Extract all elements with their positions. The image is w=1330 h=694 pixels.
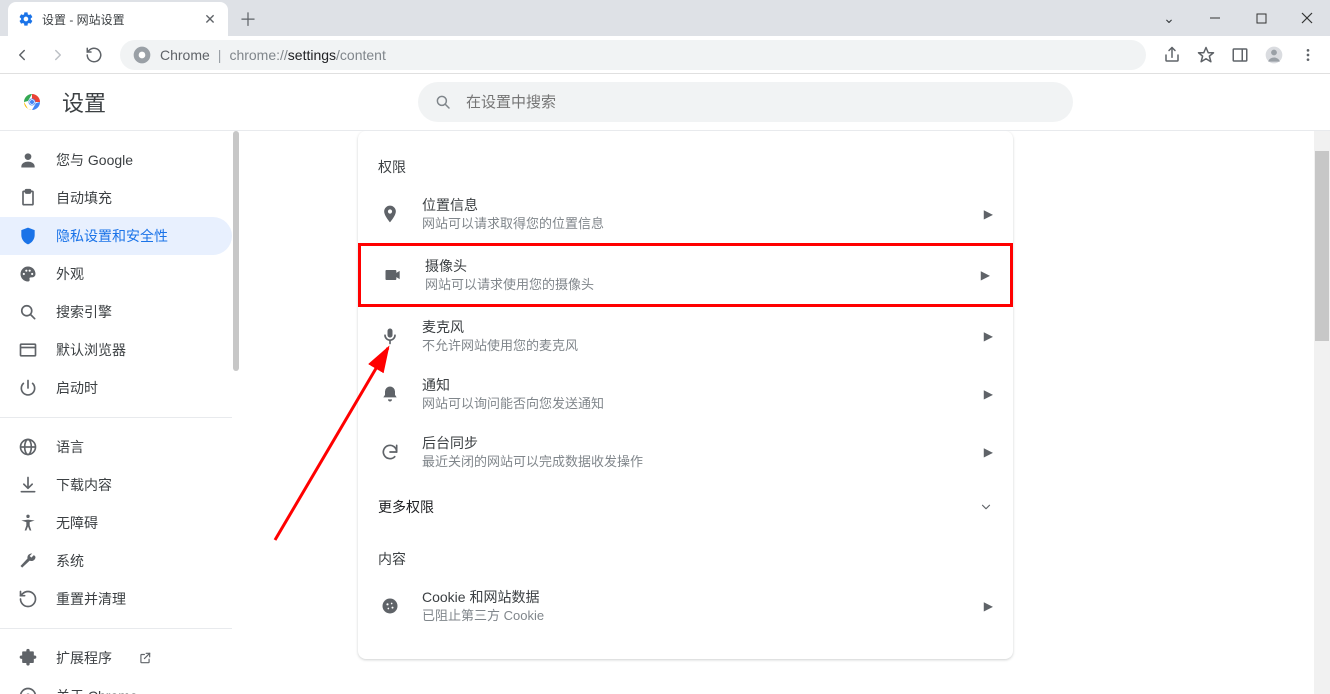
sidebar-item-default-browser[interactable]: 默认浏览器	[0, 331, 232, 369]
person-icon	[18, 150, 38, 170]
download-icon	[18, 475, 38, 495]
sync-icon	[378, 442, 402, 462]
row-cookies[interactable]: Cookie 和网站数据已阻止第三方 Cookie ▶	[358, 577, 1013, 635]
reload-button[interactable]	[78, 39, 110, 71]
bell-icon	[378, 384, 402, 404]
browser-toolbar: Chrome | chrome://settings/content	[0, 36, 1330, 74]
section-content-label: 内容	[358, 533, 1013, 577]
search-input[interactable]	[464, 93, 1057, 112]
row-notifications[interactable]: 通知网站可以询问能否向您发送通知 ▶	[358, 365, 1013, 423]
tab-search-button[interactable]: ⌄	[1146, 3, 1192, 33]
window-close-button[interactable]	[1284, 3, 1330, 33]
back-button[interactable]	[6, 39, 38, 71]
shield-icon	[18, 226, 38, 246]
sidebar-item-on-startup[interactable]: 启动时	[0, 369, 232, 407]
search-icon	[434, 93, 452, 111]
chrome-logo-icon	[20, 90, 44, 114]
row-location[interactable]: 位置信息网站可以请求取得您的位置信息 ▶	[358, 185, 1013, 243]
chevron-right-icon: ▶	[984, 599, 993, 613]
gear-icon	[18, 11, 34, 27]
row-more-permissions[interactable]: 更多权限	[358, 481, 1013, 533]
page-title: 设置	[62, 86, 106, 118]
chevron-right-icon: ▶	[984, 445, 993, 459]
sidebar-item-downloads[interactable]: 下载内容	[0, 466, 232, 504]
microphone-icon	[378, 326, 402, 346]
sidebar-item-about[interactable]: 关于 Chrome	[0, 677, 232, 694]
extension-icon	[18, 648, 38, 668]
sidebar-item-languages[interactable]: 语言	[0, 428, 232, 466]
sidebar-item-privacy[interactable]: 隐私设置和安全性	[0, 217, 232, 255]
sidebar-item-autofill[interactable]: 自动填充	[0, 179, 232, 217]
chevron-right-icon: ▶	[984, 387, 993, 401]
wrench-icon	[18, 551, 38, 571]
row-camera[interactable]: 摄像头网站可以请求使用您的摄像头 ▶	[358, 243, 1013, 307]
menu-button[interactable]	[1292, 39, 1324, 71]
settings-header: 设置	[0, 74, 1330, 130]
window-controls: ⌄	[1146, 0, 1330, 36]
settings-search[interactable]	[418, 82, 1073, 122]
profile-button[interactable]	[1258, 39, 1290, 71]
sidebar-item-you-and-google[interactable]: 您与 Google	[0, 141, 232, 179]
close-tab-button[interactable]: ✕	[202, 11, 218, 27]
row-microphone[interactable]: 麦克风不允许网站使用您的麦克风 ▶	[358, 307, 1013, 365]
settings-sidebar: 您与 Google 自动填充 隐私设置和安全性 外观 搜索引擎 默认浏览器 启动…	[0, 131, 232, 694]
search-icon	[18, 302, 38, 322]
forward-button[interactable]	[42, 39, 74, 71]
browser-icon	[18, 340, 38, 360]
sidebar-item-system[interactable]: 系统	[0, 542, 232, 580]
sidebar-scrollbar[interactable]	[232, 131, 240, 694]
location-icon	[378, 204, 402, 224]
restore-icon	[18, 589, 38, 609]
power-icon	[18, 378, 38, 398]
accessibility-icon	[18, 513, 38, 533]
bookmark-button[interactable]	[1190, 39, 1222, 71]
external-link-icon	[138, 651, 152, 665]
camera-icon	[381, 265, 405, 285]
sidebar-item-reset[interactable]: 重置并清理	[0, 580, 232, 618]
row-background-sync[interactable]: 后台同步最近关闭的网站可以完成数据收发操作 ▶	[358, 423, 1013, 481]
clipboard-icon	[18, 188, 38, 208]
section-permissions-label: 权限	[358, 141, 1013, 185]
new-tab-button[interactable]: ＋	[234, 5, 262, 33]
sidebar-item-appearance[interactable]: 外观	[0, 255, 232, 293]
cookie-icon	[378, 596, 402, 616]
site-settings-card: 权限 位置信息网站可以请求取得您的位置信息 ▶ 摄像头网站可以请求使用您的摄像头…	[358, 131, 1013, 659]
minimize-button[interactable]	[1192, 3, 1238, 33]
url-scheme-label: Chrome	[160, 47, 210, 63]
sidebar-item-extensions[interactable]: 扩展程序	[0, 639, 232, 677]
chrome-icon	[132, 45, 152, 65]
maximize-button[interactable]	[1238, 3, 1284, 33]
globe-icon	[18, 437, 38, 457]
side-panel-button[interactable]	[1224, 39, 1256, 71]
chevron-right-icon: ▶	[984, 329, 993, 343]
settings-content: 权限 位置信息网站可以请求取得您的位置信息 ▶ 摄像头网站可以请求使用您的摄像头…	[240, 131, 1330, 694]
share-button[interactable]	[1156, 39, 1188, 71]
chrome-small-icon	[18, 686, 38, 694]
chevron-right-icon: ▶	[981, 268, 990, 282]
content-scrollbar[interactable]	[1314, 131, 1330, 694]
palette-icon	[18, 264, 38, 284]
sidebar-item-accessibility[interactable]: 无障碍	[0, 504, 232, 542]
titlebar: 设置 - 网站设置 ✕ ＋ ⌄	[0, 0, 1330, 36]
address-bar[interactable]: Chrome | chrome://settings/content	[120, 40, 1146, 70]
sidebar-item-search-engine[interactable]: 搜索引擎	[0, 293, 232, 331]
tab-title: 设置 - 网站设置	[42, 11, 194, 28]
browser-tab[interactable]: 设置 - 网站设置 ✕	[8, 2, 228, 36]
chevron-down-icon	[979, 500, 993, 514]
chevron-right-icon: ▶	[984, 207, 993, 221]
